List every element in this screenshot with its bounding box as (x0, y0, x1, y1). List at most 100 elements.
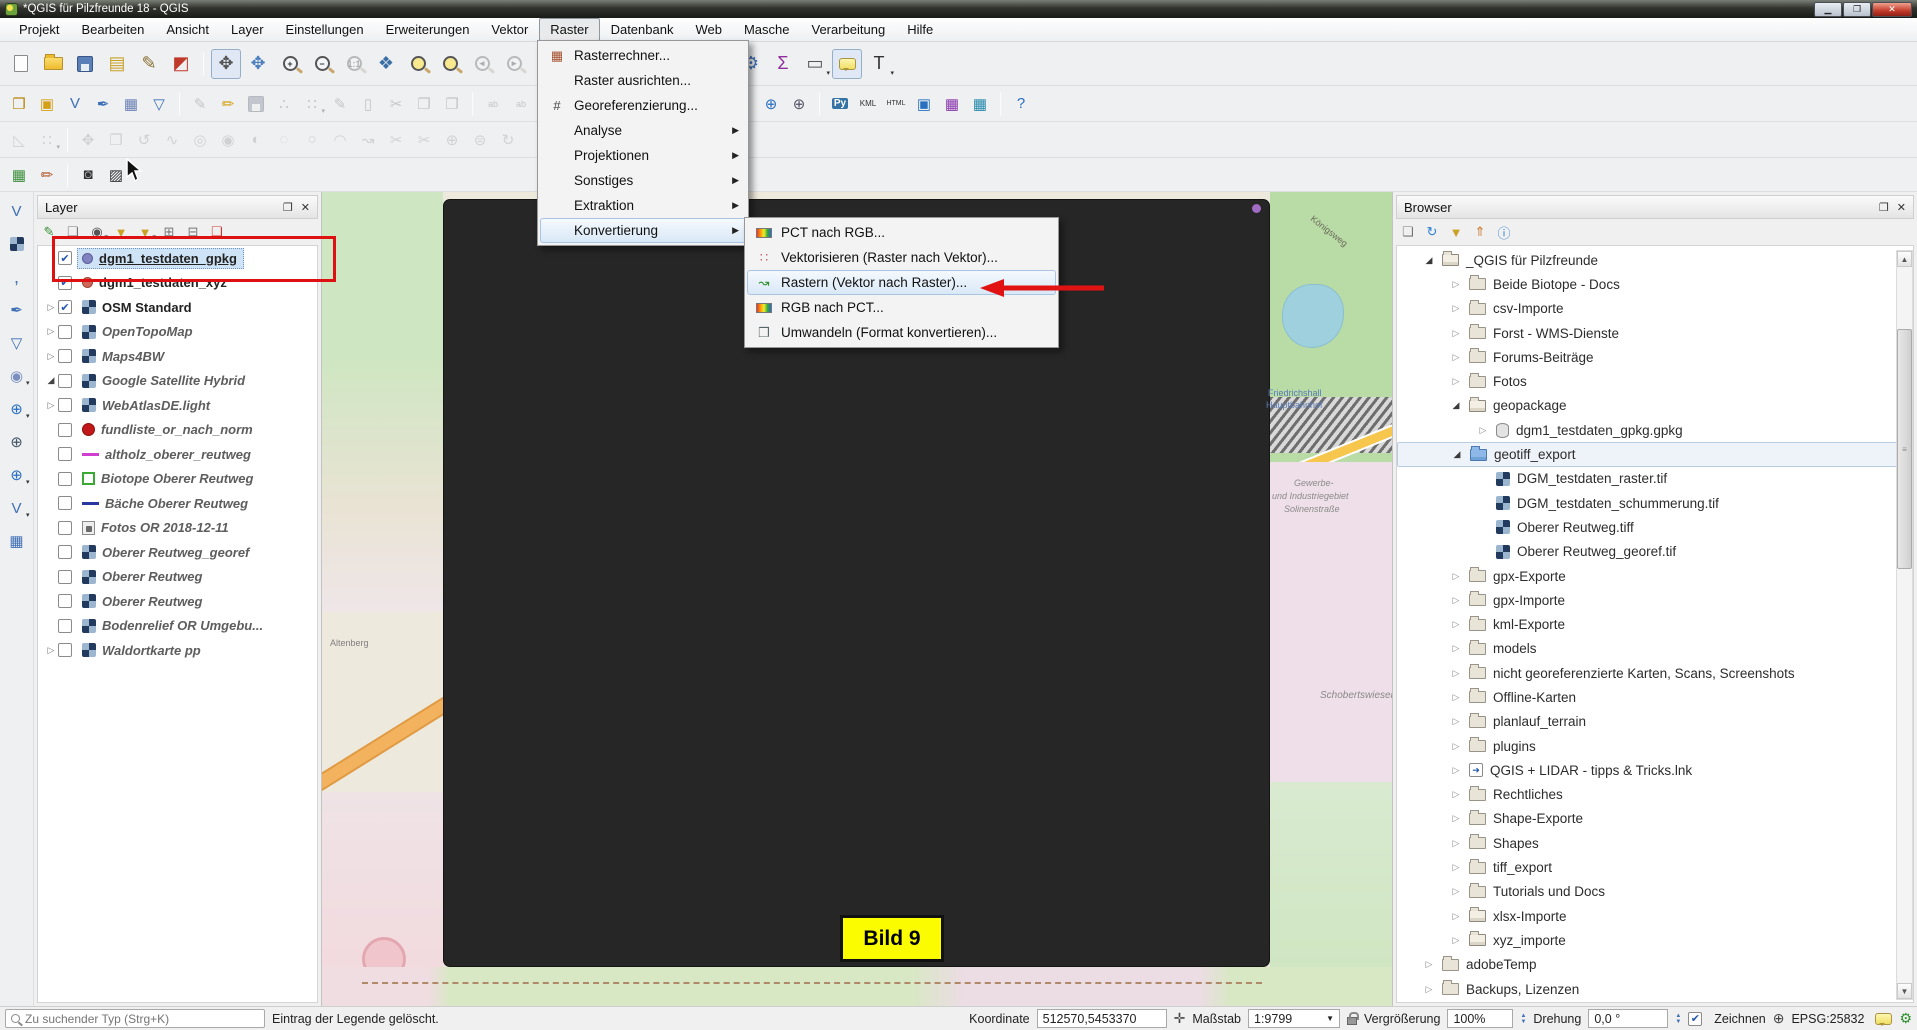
expander-icon[interactable]: ▷ (1450, 789, 1462, 800)
project-new-button[interactable] (6, 49, 36, 79)
layer-item-bodenrelief-or-umgebu[interactable]: Bodenrelief OR Umgebu... (38, 614, 317, 639)
scale-lock-icon[interactable] (1347, 1017, 1357, 1025)
expander-icon[interactable]: ▷ (1450, 619, 1462, 630)
layer-item-dgm1-testdaten-xyz[interactable]: ✔dgm1_testdaten_xyz (38, 271, 317, 296)
expander-icon[interactable]: ▷ (1477, 425, 1489, 436)
close-panel-icon[interactable]: ✕ (301, 201, 310, 214)
expander-icon[interactable]: ▷ (1450, 643, 1462, 654)
reshape-features-button[interactable]: ↝ (355, 127, 381, 153)
browser-item-rechtliches[interactable]: ▷Rechtliches (1397, 783, 1913, 807)
data-source-manager-button[interactable]: ❒ (6, 91, 32, 117)
scrollbar-thumb[interactable]: ≡ (1897, 329, 1912, 569)
menu-item-extraktion[interactable]: Extraktion▶ (540, 193, 746, 218)
add-postgis-layer-button[interactable]: ◉▾ (4, 363, 30, 389)
chevron-down-icon[interactable]: ▾ (26, 412, 30, 420)
expander-icon[interactable]: ▷ (1450, 935, 1462, 946)
map-theme-button[interactable]: ▦ (6, 162, 32, 188)
layout-manager-button[interactable]: ▤ (102, 49, 132, 79)
layer-visibility-checkbox[interactable]: ✔ (58, 251, 72, 265)
simplify-feature-button[interactable]: ∿ (159, 127, 185, 153)
layer-item-bäche-oberer-reutweg[interactable]: Bäche Oberer Reutweg (38, 491, 317, 516)
rotation-field[interactable]: 0,0 ° (1588, 1009, 1668, 1028)
zoom-in-button[interactable]: + (275, 49, 305, 79)
crs-globe-icon[interactable]: ⊕ (1773, 1010, 1785, 1027)
browser-item-geopackage[interactable]: ◢geopackage (1397, 394, 1913, 418)
map-tips-button[interactable] (832, 49, 862, 79)
add-part-button[interactable]: ◉ (215, 127, 241, 153)
add-wms-layer-button[interactable]: ⊕▾ (4, 396, 30, 422)
menu-bearbeiten[interactable]: Bearbeiten (70, 18, 155, 41)
browser-item-models[interactable]: ▷models (1397, 637, 1913, 661)
layer-item-biotope-oberer-reutweg[interactable]: Biotope Oberer Reutweg (38, 467, 317, 492)
browser-item-dgm-testdaten-schummerung-tif[interactable]: DGM_testdaten_schummerung.tif (1397, 491, 1913, 515)
expander-icon[interactable]: ▷ (1450, 352, 1462, 363)
modify-attributes-button[interactable]: ✎ (327, 91, 353, 117)
new-virtual-layer-button[interactable]: ▽ (146, 91, 172, 117)
browser-item-fotos[interactable]: ▷Fotos (1397, 369, 1913, 393)
copy-move-feature-button[interactable]: ❐ (103, 127, 129, 153)
layer-item-osm-standard[interactable]: ▷✔OSM Standard (38, 295, 317, 320)
cad-tools-button[interactable]: ◺ (6, 127, 32, 153)
browser-item-tiff-export[interactable]: ▷tiff_export (1397, 855, 1913, 879)
layer-visibility-checkbox[interactable] (58, 472, 72, 486)
zoom-to-selection-button[interactable] (403, 49, 433, 79)
menu-item-projektionen[interactable]: Projektionen▶ (540, 143, 746, 168)
browser-item-csv-importe[interactable]: ▷csv-Importe (1397, 297, 1913, 321)
chevron-down-icon[interactable]: ▾ (321, 107, 325, 115)
layer-item-webatlasde-light[interactable]: ▷WebAtlasDE.light (38, 393, 317, 418)
chevron-down-icon[interactable]: ▾ (26, 511, 30, 519)
chevron-down-icon[interactable]: ▾ (890, 69, 894, 77)
add-selected-layers-button[interactable]: ❏ (1397, 221, 1419, 243)
grid-tool-2-button[interactable]: ▦ (967, 91, 993, 117)
coordinate-field[interactable]: 512570,5453370 (1037, 1009, 1167, 1028)
add-wfs-layer-button[interactable]: ⊕▾ (4, 462, 30, 488)
messages-icon[interactable] (1875, 1013, 1892, 1025)
browser-item-tutorials-und-docs[interactable]: ▷Tutorials und Docs (1397, 880, 1913, 904)
browser-item-dgm-testdaten-raster-tif[interactable]: DGM_testdaten_raster.tif (1397, 467, 1913, 491)
layer-visibility-checkbox[interactable] (58, 594, 72, 608)
browser-item-dgm1-testdaten-gpkg-gpkg[interactable]: ▷dgm1_testdaten_gpkg.gpkg (1397, 418, 1913, 442)
raster-select-button[interactable]: ▨ (103, 162, 129, 188)
offline-globe-icon[interactable]: ⊕ (786, 91, 812, 117)
layer-visibility-checkbox[interactable] (58, 398, 72, 412)
dem-camera-button[interactable]: ◙ (75, 162, 101, 188)
menu-erweiterungen[interactable]: Erweiterungen (375, 18, 481, 41)
expander-icon[interactable]: ▷ (1450, 303, 1462, 314)
label-highlight-button[interactable]: ab (480, 91, 506, 117)
layer-visibility-checkbox[interactable] (58, 325, 72, 339)
refresh-browser-button[interactable]: ↻ (1421, 221, 1443, 243)
layer-item-waldortkarte-pp[interactable]: ▷Waldortkarte pp (38, 638, 317, 663)
browser-item-xlsx-importe[interactable]: ▷xlsx-Importe (1397, 904, 1913, 928)
menu-hilfe[interactable]: Hilfe (896, 18, 944, 41)
toggle-editing-button[interactable]: ✏ (215, 91, 241, 117)
float-panel-icon[interactable]: ❐ (1879, 201, 1889, 214)
merge-attributes-button[interactable]: ⊜ (467, 127, 493, 153)
browser-scrollbar[interactable]: ▲ ≡ ▼ (1896, 250, 1913, 1000)
filter-by-expression-button[interactable]: ▼▾ (134, 221, 156, 243)
expander-icon[interactable]: ▷ (1423, 984, 1435, 995)
magnifier-field[interactable]: 100% (1447, 1009, 1513, 1028)
float-panel-icon[interactable]: ❐ (283, 201, 293, 214)
expander-icon[interactable]: ▷ (1450, 328, 1462, 339)
pan-map-button[interactable]: ✥ (211, 49, 241, 79)
render-checkbox[interactable]: ✔ (1688, 1012, 1702, 1026)
expander-icon[interactable]: ◢ (1450, 400, 1462, 411)
add-feature-button[interactable]: ∴ (271, 91, 297, 117)
new-memory-layer-button[interactable]: ▦ (118, 91, 144, 117)
layer-item-oberer-reutweg-georef[interactable]: Oberer Reutweg_georef (38, 540, 317, 565)
menu-vektor[interactable]: Vektor (480, 18, 539, 41)
menu-web[interactable]: Web (684, 18, 733, 41)
chevron-down-icon[interactable]: ▾ (26, 379, 30, 387)
add-raster-layer-button[interactable] (4, 231, 30, 257)
processing-tasks-icon[interactable]: ⚙ (1899, 1010, 1912, 1027)
layer-visibility-checkbox[interactable] (58, 570, 72, 584)
filter-legend-button[interactable]: ▼ (110, 221, 132, 243)
add-ring-button[interactable]: ◎ (187, 127, 213, 153)
scroll-up-icon[interactable]: ▲ (1897, 251, 1912, 267)
chevron-down-icon[interactable]: ▾ (26, 478, 30, 486)
scroll-down-icon[interactable]: ▼ (1897, 983, 1912, 999)
menu-item-umwandeln-format-konvertieren[interactable]: ❒Umwandeln (Format konvertieren)... (747, 320, 1056, 345)
layer-item-google-satellite-hybrid[interactable]: ◢Google Satellite Hybrid (38, 369, 317, 394)
expander-icon[interactable]: ▷ (1450, 376, 1462, 387)
expander-icon[interactable]: ▷ (44, 351, 58, 362)
